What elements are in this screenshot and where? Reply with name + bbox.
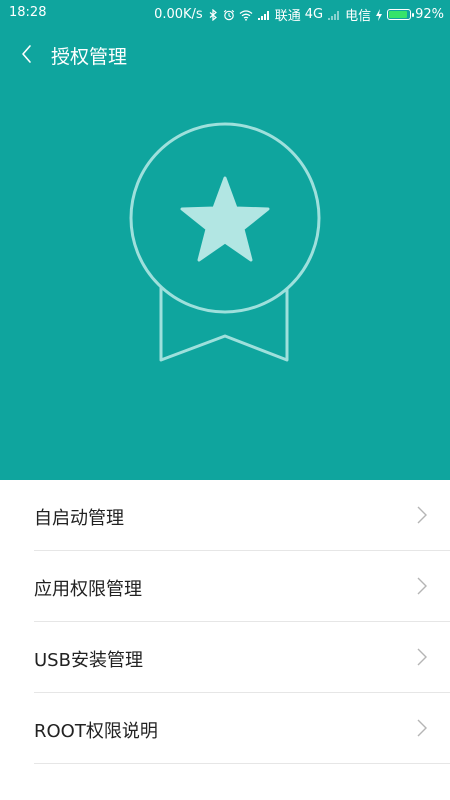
alarm-icon: [223, 9, 234, 20]
status-bar: 18:28 0.00K/s 联通 4G 电信 92%: [0, 0, 450, 26]
signal-icon-secondary: [328, 10, 340, 20]
carrier-1: 联通: [274, 9, 301, 24]
title-bar: 授权管理: [0, 36, 450, 72]
bluetooth-icon: [209, 8, 217, 21]
back-arrow-icon[interactable]: [14, 40, 42, 68]
network-type: 4G: [304, 7, 324, 22]
signal-icon: [257, 10, 269, 20]
list-item-label: 应用权限管理: [34, 579, 142, 600]
charging-icon: [376, 8, 383, 21]
header-background: 18:28 0.00K/s 联通 4G 电信 92% 授权管理: [0, 0, 450, 480]
carrier-2: 电信: [345, 9, 372, 24]
battery-fill: [389, 11, 407, 18]
chevron-right-icon: [417, 577, 427, 595]
wifi-icon: [239, 9, 253, 21]
list-item-autostart[interactable]: 自启动管理: [0, 480, 450, 551]
battery-icon: [387, 9, 415, 20]
list-item-label: ROOT权限说明: [34, 721, 158, 742]
list-item-label: USB安装管理: [34, 650, 143, 671]
network-speed: 0.00K/s: [154, 7, 203, 22]
page-title: 授权管理: [51, 46, 128, 68]
battery-percent: 92%: [415, 7, 444, 22]
chevron-right-icon: [417, 506, 427, 524]
list-item-app-permissions[interactable]: 应用权限管理: [0, 551, 450, 622]
list-item-label: 自启动管理: [34, 508, 124, 529]
status-time: 18:28: [9, 5, 47, 20]
chevron-right-icon: [417, 719, 427, 737]
award-badge-icon: [129, 122, 321, 362]
divider: [34, 763, 450, 764]
list-item-root-info[interactable]: ROOT权限说明: [0, 693, 450, 764]
chevron-right-icon: [417, 648, 427, 666]
settings-list: 自启动管理 应用权限管理 USB安装管理 ROOT权限说明: [0, 480, 450, 764]
status-right-group: 0.00K/s 联通 4G 电信 92%: [154, 5, 444, 24]
list-item-usb-install[interactable]: USB安装管理: [0, 622, 450, 693]
